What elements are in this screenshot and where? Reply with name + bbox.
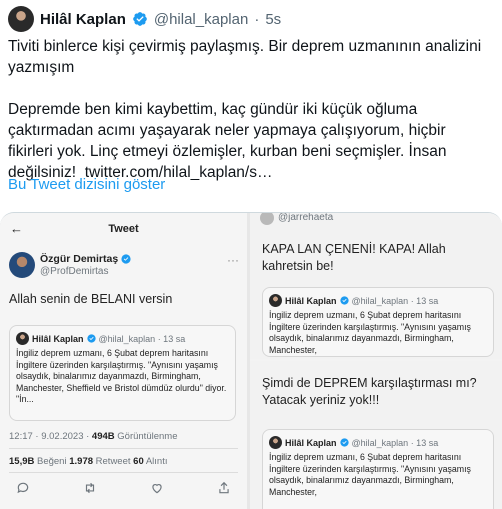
reply-icon [17, 482, 29, 494]
tweet: Hilâl Kaplan @hilal_kaplan · 5s Tiviti b… [0, 0, 502, 509]
like-icon [152, 484, 162, 494]
divider [9, 472, 238, 473]
screenshot-tweet-meta: 12:17 · 9.02.2023 · 494B Görüntülenme [9, 431, 177, 442]
verified-badge-icon [121, 254, 131, 264]
media-image-right-top[interactable]: @jarrehaeta KAPA LAN ÇENENİ! KAPA! Allah… [250, 213, 502, 359]
screenshot-quote-card: Hilâl Kaplan @hilal_kaplan · 13 sa İngil… [262, 429, 494, 509]
screenshot-avatar [9, 252, 35, 278]
verified-badge-icon [339, 296, 349, 305]
quote-avatar [269, 294, 282, 307]
quote-header: Hilâl Kaplan @hilal_kaplan · 13 sa [269, 436, 438, 449]
screenshot-author-handle: @jarrehaeta [278, 212, 334, 223]
quote-body: İngiliz deprem uzmanı, 6 Şubat deprem ha… [16, 348, 227, 404]
quote-author-name: Hilâl Kaplan [285, 437, 337, 448]
quote-author-name: Hilâl Kaplan [285, 295, 337, 306]
quote-body: İngiliz deprem uzmanı, 6 Şubat deprem ha… [269, 452, 471, 497]
screenshot-tweet-text: Şimdi de DEPREM karşılaştırması mı? Yata… [262, 376, 477, 407]
verified-badge-icon [86, 334, 96, 343]
screenshot-nav-bar: ← Tweet [0, 213, 247, 243]
quote-header: Hilâl Kaplan @hilal_kaplan · 13 sa [16, 332, 185, 345]
share-icon [219, 481, 229, 494]
likes-count: 15,9B [9, 456, 35, 467]
screenshot-tweet-text: KAPA LAN ÇENENİ! KAPA! Allah kahretsin b… [262, 242, 446, 273]
more-icon: ··· [227, 253, 239, 267]
show-thread-link[interactable]: Bu Tweet dizisini göster [8, 176, 165, 193]
screenshot-avatar [260, 213, 274, 225]
quotes-count: 60 [133, 456, 144, 467]
quote-avatar [16, 332, 29, 345]
likes-label: Beğeni [34, 456, 70, 467]
timestamp[interactable]: 5s [265, 11, 281, 28]
screenshot-stats: 15,9B Beğeni 1.978 Retweet 60 Alıntı [9, 456, 168, 467]
media-image-left[interactable]: ← Tweet Özgür Demirtaş @ProfDemirtas ···… [0, 213, 247, 509]
screenshot-tweet-text: Allah senin de BELANI versin [9, 292, 173, 306]
tweet-paragraph-2: Depremde ben kimi kaybettim, kaç gündür … [8, 99, 488, 183]
quote-meta: @hilal_kaplan · 13 sa [98, 333, 186, 344]
quote-header: Hilâl Kaplan @hilal_kaplan · 13 sa [269, 294, 438, 307]
media-image-right: @jarrehaeta KAPA LAN ÇENENİ! KAPA! Allah… [250, 213, 502, 509]
tweet-text: Tiviti binlerce kişi çevirmiş paylaşmış.… [8, 36, 488, 183]
screenshot-views-count: 494B [91, 431, 115, 442]
quote-meta: @hilal_kaplan · 13 sa [351, 295, 439, 306]
screenshot-action-bar [16, 481, 231, 495]
screenshot-nav-title: Tweet [108, 223, 139, 235]
screenshot-quote-card: Hilâl Kaplan @hilal_kaplan · 13 sa İngil… [262, 287, 494, 357]
author-name[interactable]: Hilâl Kaplan [40, 11, 126, 28]
screenshot-author-name-text: Özgür Demirtaş [40, 253, 119, 265]
screenshot-views-label: Görüntülenme [114, 431, 178, 442]
retweets-label: Retweet [93, 456, 134, 467]
retweets-count: 1.978 [69, 456, 94, 467]
media-grid[interactable]: ← Tweet Özgür Demirtaş @ProfDemirtas ···… [0, 212, 502, 509]
retweet-icon [85, 482, 95, 494]
quote-meta: @hilal_kaplan · 13 sa [351, 437, 439, 448]
media-image-right-bottom[interactable]: Şimdi de DEPREM karşılaştırması mı? Yata… [250, 361, 502, 509]
tweet-header: Hilâl Kaplan @hilal_kaplan · 5s [8, 6, 281, 32]
screenshot-meta-time: 12:17 · 9.02.2023 · [9, 431, 92, 442]
quote-author-name: Hilâl Kaplan [32, 333, 84, 344]
screenshot-author-name: Özgür Demirtaş [40, 253, 131, 265]
separator: · [254, 10, 260, 28]
screenshot-quote-card: Hilâl Kaplan @hilal_kaplan · 13 sa İngil… [9, 325, 236, 421]
verified-badge-icon [339, 438, 349, 447]
screenshot-author-handle: @ProfDemirtas [40, 266, 109, 277]
quotes-label: Alıntı [143, 456, 168, 467]
divider [9, 448, 238, 449]
tweet-paragraph-1: Tiviti binlerce kişi çevirmiş paylaşmış.… [8, 38, 482, 76]
quote-body: İngiliz deprem uzmanı, 6 Şubat deprem ha… [269, 310, 471, 355]
avatar[interactable] [8, 6, 34, 32]
quote-avatar [269, 436, 282, 449]
verified-badge-icon [133, 12, 147, 26]
author-handle[interactable]: @hilal_kaplan [154, 11, 248, 28]
